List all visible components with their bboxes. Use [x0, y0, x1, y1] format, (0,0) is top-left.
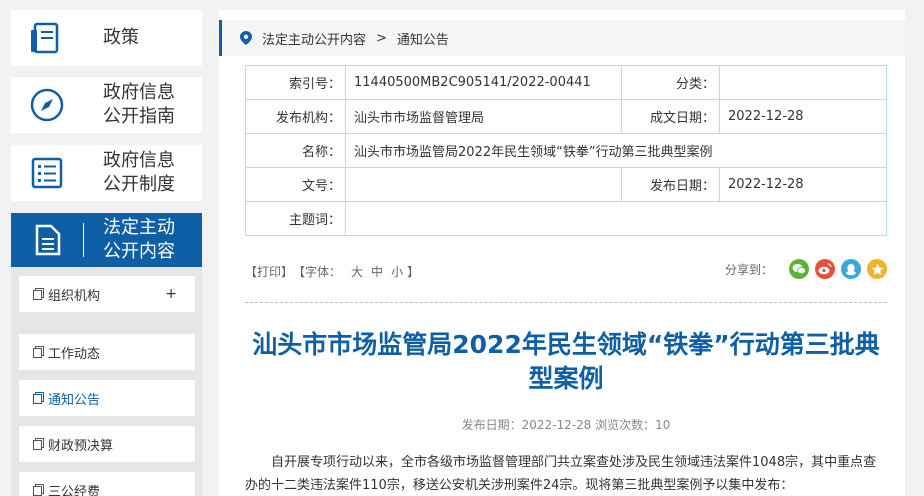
breadcrumb: 法定主动公开内容 > 通知公告: [219, 20, 905, 56]
table-row: 索引号： 11440500MB2C905141/2022-00441 分类：: [245, 65, 887, 100]
index-value: 11440500MB2C905141/2022-00441: [345, 65, 622, 100]
book-icon: [31, 22, 59, 54]
subject-value: [345, 201, 887, 236]
submenu-item-work[interactable]: 工作动态: [19, 334, 195, 370]
font-size-prefix: 【字体：: [299, 265, 342, 279]
breadcrumb-current[interactable]: 通知公告: [397, 29, 449, 48]
submenu-item-label: 工作动态: [48, 346, 101, 362]
published-date-value: 2022-12-28: [719, 167, 887, 202]
list-icon: [31, 157, 63, 189]
sidebar-item-label: 政府信息 公开制度: [103, 150, 175, 195]
created-date-label: 成文日期：: [621, 99, 720, 134]
document-icon: [33, 288, 44, 300]
article-paragraph: 自开展专项行动以来，全市各级市场监督管理部门共立案查处涉及民生领域违法案件104…: [245, 455, 877, 493]
sidebar-item-label: 法定主动 公开内容: [103, 217, 175, 262]
sidebar-item-label: 政府信息 公开指南: [103, 82, 175, 127]
submenu-item-notices[interactable]: 通知公告: [19, 380, 195, 416]
document-meta-table: 索引号： 11440500MB2C905141/2022-00441 分类： 发…: [245, 65, 887, 236]
table-row: 文号： 发布日期： 2022-12-28: [245, 167, 887, 202]
table-row: 名称： 汕头市市场监管局2022年民生领域“铁拳”行动第三批典型案例: [245, 133, 887, 168]
breadcrumb-separator: >: [376, 30, 387, 46]
submenu-item-label: 三公经费: [48, 484, 101, 496]
index-label: 索引号：: [245, 65, 346, 100]
submenu-item-label: 财政预决算: [48, 438, 114, 454]
document-icon: [33, 438, 44, 450]
font-size-suffix: 】: [407, 265, 420, 279]
font-small-button[interactable]: 小: [391, 265, 403, 279]
submenu-item-expenses[interactable]: 三公经费: [19, 472, 195, 496]
location-pin-icon: [240, 31, 252, 45]
submenu-item-label: 通知公告: [48, 392, 101, 408]
weibo-share-icon[interactable]: [815, 259, 835, 279]
qzone-share-icon[interactable]: [867, 259, 887, 279]
breadcrumb-parent[interactable]: 法定主动公开内容: [262, 29, 366, 48]
article-tools: 【打印】 【字体： 大中小】 分享到：: [245, 259, 887, 280]
article-title: 汕头市市场监管局2022年民生领域“铁拳”行动第三批典型案例: [252, 330, 880, 393]
org-label: 发布机构：: [245, 99, 346, 134]
name-value: 汕头市市场监管局2022年民生领域“铁拳”行动第三批典型案例: [345, 133, 887, 168]
wechat-share-icon[interactable]: [789, 259, 809, 279]
share-bar: 分享到：: [725, 259, 887, 279]
divider: [245, 302, 887, 303]
subject-label: 主题词：: [245, 201, 346, 236]
table-row: 主题词：: [245, 201, 887, 236]
sidebar-item-statutory[interactable]: 法定主动 公开内容: [11, 213, 202, 267]
category-label: 分类：: [621, 65, 720, 100]
submenu-item-budget[interactable]: 财政预决算: [19, 426, 195, 462]
document-icon: [33, 346, 44, 358]
submenu-item-organization[interactable]: 组织机构 +: [19, 276, 195, 312]
qq-share-icon[interactable]: [841, 259, 861, 279]
document-icon: [33, 392, 44, 404]
submenu-item-label: 组织机构: [48, 288, 101, 304]
published-date-label: 发布日期：: [621, 167, 720, 202]
docno-label: 文号：: [245, 167, 346, 202]
publish-info: 发布日期：2022-12-28 浏览次数：10: [461, 418, 671, 432]
sidebar-item-guide[interactable]: 政府信息 公开指南: [11, 77, 202, 133]
submenu: 组织机构 + 工作动态 通知公告 财政预决算 三公经费: [11, 267, 202, 496]
sidebar-item-label: 政策: [103, 27, 139, 48]
compass-icon: [30, 88, 64, 122]
name-label: 名称：: [245, 133, 346, 168]
font-large-button[interactable]: 大: [351, 265, 363, 279]
table-row: 发布机构： 汕头市市场监督管理局 成文日期： 2022-12-28: [245, 99, 887, 134]
share-label: 分享到：: [724, 262, 773, 277]
main-content: 法定主动公开内容 > 通知公告 索引号： 11440500MB2C905141/…: [219, 10, 905, 496]
divider: [83, 223, 84, 257]
org-value: 汕头市市场监督管理局: [345, 99, 622, 134]
document-icon: [33, 484, 44, 496]
category-value: [719, 65, 887, 100]
font-medium-button[interactable]: 中: [371, 265, 383, 279]
document-icon: [35, 224, 61, 256]
expand-icon[interactable]: +: [165, 286, 177, 302]
print-button[interactable]: 【打印】: [245, 265, 293, 279]
sidebar-item-policy[interactable]: 政策: [11, 10, 202, 66]
docno-value: [345, 167, 622, 202]
created-date-value: 2022-12-28: [719, 99, 887, 134]
sidebar-item-system[interactable]: 政府信息 公开制度: [11, 145, 202, 201]
